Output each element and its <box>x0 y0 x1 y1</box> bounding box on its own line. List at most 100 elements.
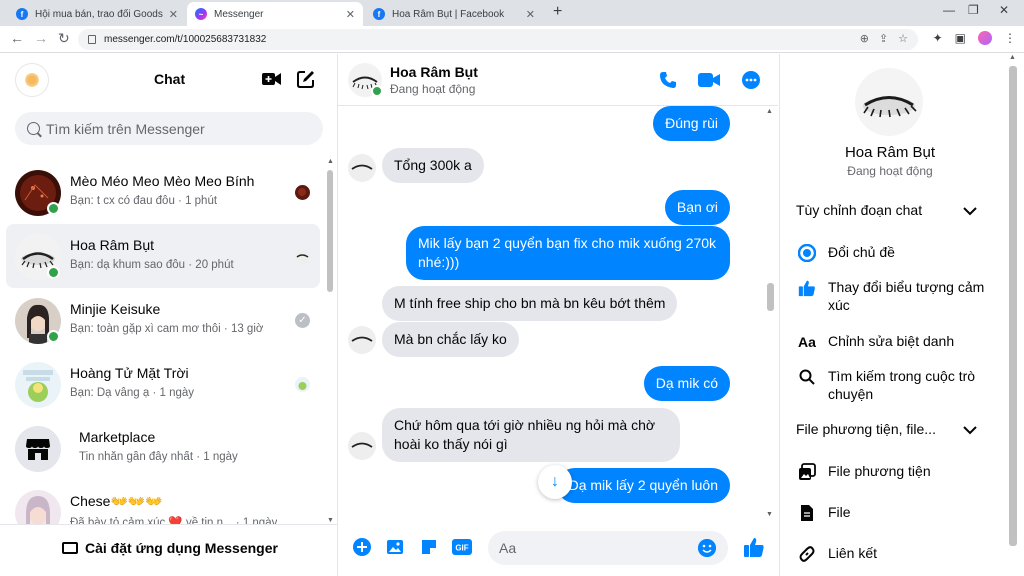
sender-avatar <box>348 326 376 354</box>
contact-avatar-large[interactable] <box>855 68 923 136</box>
facebook-favicon-icon: f <box>373 8 385 20</box>
lock-icon <box>88 35 96 44</box>
outgoing-message[interactable]: Bạn ơi <box>664 190 730 225</box>
chevron-down-icon[interactable] <box>963 425 977 435</box>
browser-tab[interactable]: f Hội mua bán, trao đổi Goods An ✕ <box>8 2 186 26</box>
details-contact-status: Đang hoạt động <box>847 164 933 178</box>
browser-tab-bar: f Hội mua bán, trao đổi Goods An ✕ ~ Mes… <box>0 0 1024 26</box>
search-icon <box>27 122 40 135</box>
browser-tab-active[interactable]: ~ Messenger ✕ <box>187 2 363 26</box>
section-label: File phương tiện, file... <box>796 421 936 437</box>
install-app-button[interactable]: Cài đặt ứng dụng Messenger <box>62 540 278 556</box>
thumbs-up-send-icon[interactable] <box>742 535 766 559</box>
conversation-item-selected[interactable]: Hoa Râm Bụt Bạn: dạ khum sao đôu · 20 ph… <box>6 224 320 288</box>
outgoing-message[interactable]: Đúng rùi <box>653 106 730 141</box>
edit-nickname-item[interactable]: Aa Chỉnh sửa biệt danh <box>796 332 996 352</box>
voice-call-icon[interactable] <box>657 69 679 91</box>
sidebar-title: Chat <box>154 71 186 87</box>
conversation-preview: Đã bày tỏ cảm xúc ❤️ về tin n... · 1 ngà… <box>70 517 278 524</box>
svg-text:GIF: GIF <box>455 544 468 553</box>
conversation-info-icon[interactable] <box>740 69 762 91</box>
online-indicator <box>47 330 60 343</box>
files-item[interactable]: File <box>796 503 996 523</box>
user-avatar[interactable] <box>15 63 49 97</box>
browser-tab[interactable]: f Hoa Râm Bụt | Facebook ✕ <box>365 2 543 26</box>
sticker-icon[interactable] <box>419 537 439 557</box>
desktop-icon <box>62 542 78 554</box>
reload-icon[interactable]: ↻ <box>58 30 70 47</box>
close-window-icon[interactable]: ✕ <box>999 3 1009 17</box>
bookmark-star-icon[interactable]: ☆ <box>898 32 908 45</box>
links-item[interactable]: Liên kết <box>796 544 996 564</box>
incoming-message[interactable]: M tính free ship cho bn mà bn kêu bớt th… <box>382 286 678 321</box>
incoming-message[interactable]: Mà bn chắc lấy ko <box>382 322 519 357</box>
conversation-item[interactable]: Mèo Méo Meo Mèo Meo Bính Bạn: t cx có đa… <box>6 160 320 224</box>
new-tab-icon[interactable]: + <box>553 3 562 21</box>
compose-icon[interactable] <box>294 68 318 90</box>
search-input[interactable]: Tìm kiếm trên Messenger <box>15 112 323 145</box>
side-panel-icon[interactable]: ▣ <box>955 31 966 45</box>
conversation-preview: Bạn: t cx có đau đôu · 1 phút <box>70 195 218 207</box>
chevron-down-icon[interactable] <box>963 206 977 216</box>
conversation-name: Hoa Râm Bụt <box>70 237 155 253</box>
details-scrollbar[interactable]: ▲ <box>1000 54 1024 576</box>
messenger-favicon-icon: ~ <box>195 8 207 20</box>
url-field[interactable]: messenger.com/t/100025683731832 ⊕ ⇪ ☆ <box>78 29 918 50</box>
new-video-room-icon[interactable] <box>260 68 284 90</box>
incoming-message[interactable]: Tổng 300k a <box>382 148 484 183</box>
search-in-conversation-item[interactable]: Tìm kiếm trong cuộc trò chuyện <box>796 367 996 403</box>
emoji-icon[interactable] <box>698 539 716 557</box>
conversation-item-marketplace[interactable]: Marketplace Tin nhắn gần đây nhất · 1 ng… <box>6 416 320 480</box>
extensions-icon[interactable]: ✦ <box>933 31 943 45</box>
outgoing-message[interactable]: Dạ mik lấy 2 quyển luôn <box>556 468 730 503</box>
conversation-item[interactable]: Minjie Keisuke Bạn: toàn gặp xì cam mơ t… <box>6 288 320 352</box>
chat-scrollbar[interactable]: ▲ ▼ <box>764 106 776 520</box>
forward-icon[interactable]: → <box>34 30 48 46</box>
close-tab-icon[interactable]: ✕ <box>346 8 355 21</box>
scroll-to-bottom-button[interactable]: ↓ <box>538 465 572 499</box>
customize-chat-section-header[interactable]: Tùy chỉnh đoạn chat <box>796 202 922 218</box>
thumbs-up-icon <box>796 278 818 298</box>
attach-image-icon[interactable] <box>385 537 405 557</box>
zoom-icon[interactable]: ⊕ <box>860 32 869 45</box>
more-actions-icon[interactable] <box>352 537 372 557</box>
message-input-placeholder: Aa <box>499 540 517 556</box>
video-call-icon[interactable] <box>698 69 720 91</box>
conversation-item[interactable]: Chese👐👐👐 Đã bày tỏ cảm xúc ❤️ về tin n..… <box>6 480 320 524</box>
media-files-item[interactable]: File phương tiện <box>796 462 996 482</box>
outgoing-message[interactable]: Mik lấy bạn 2 quyển bạn fix cho mik xuốn… <box>406 226 730 280</box>
file-icon <box>796 503 818 523</box>
theme-icon <box>796 243 818 263</box>
close-tab-icon[interactable]: ✕ <box>526 8 535 21</box>
message-input[interactable]: Aa <box>488 531 728 565</box>
outgoing-message[interactable]: Dạ mik có <box>643 366 730 401</box>
tab-title: Hoa Râm Bụt | Facebook <box>392 8 505 20</box>
conversation-details-panel: Hoa Râm Bụt Đang hoạt động Tùy chỉnh đoạ… <box>779 54 1024 576</box>
incoming-message[interactable]: Chứ hôm qua tới giờ nhiều ng hỏi mà chờ … <box>382 408 680 462</box>
minimize-icon[interactable]: — <box>943 3 955 17</box>
online-indicator <box>47 266 60 279</box>
back-icon[interactable]: ← <box>10 30 24 46</box>
chat-header: Hoa Râm Bụt Đang hoạt động <box>338 54 778 106</box>
media-files-section-header[interactable]: File phương tiện, file... <box>796 421 936 437</box>
close-tab-icon[interactable]: ✕ <box>169 8 178 21</box>
profile-avatar[interactable] <box>978 31 992 45</box>
share-icon[interactable]: ⇪ <box>879 32 888 45</box>
sender-avatar <box>348 432 376 460</box>
conversation-name: Mèo Méo Meo Mèo Meo Bính <box>70 173 255 189</box>
seen-avatar <box>295 185 310 200</box>
sender-avatar <box>348 154 376 182</box>
sidebar-scrollbar[interactable]: ▲ ▼ <box>325 158 334 524</box>
conversation-item[interactable]: Hoàng Tử Mặt Trời Bạn: Dạ vâng ạ · 1 ngà… <box>6 352 320 416</box>
change-theme-item[interactable]: Đổi chủ đề <box>796 243 996 263</box>
contact-name[interactable]: Hoa Râm Bụt <box>390 64 478 80</box>
item-label: Chỉnh sửa biệt danh <box>828 333 955 349</box>
menu-kebab-icon[interactable]: ⋮ <box>1004 31 1016 45</box>
conversation-name: Chese👐👐👐 <box>70 493 163 509</box>
restore-icon[interactable]: ❐ <box>968 3 979 17</box>
conversation-name: Hoàng Tử Mặt Trời <box>70 365 189 381</box>
gif-icon[interactable]: GIF <box>452 537 472 557</box>
change-emoji-item[interactable]: Thay đổi biểu tượng cảm xúc <box>796 278 996 314</box>
link-icon <box>796 544 818 564</box>
sent-check-icon: ✓ <box>295 313 310 328</box>
